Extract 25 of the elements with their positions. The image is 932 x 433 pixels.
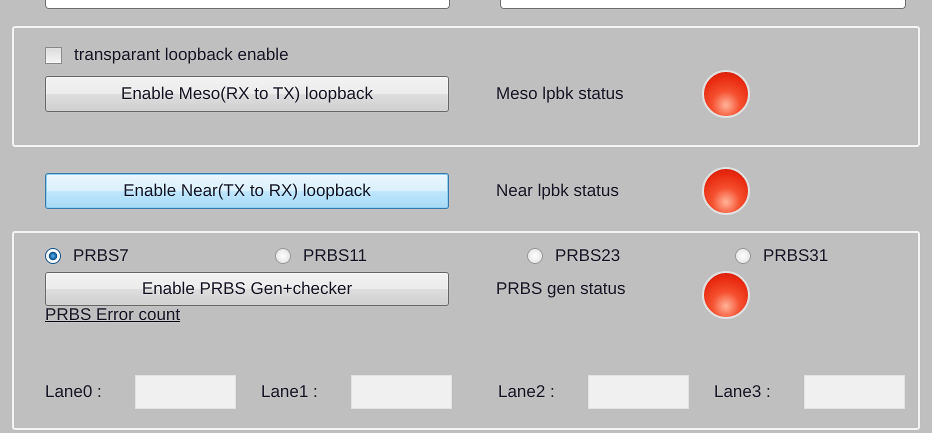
lane-label: Lane0 : xyxy=(45,382,103,402)
radio-option[interactable]: PRBS7 xyxy=(45,246,129,266)
status-label: Near lpbk status xyxy=(496,181,620,201)
checkbox-label: transparant loopback enable xyxy=(74,45,289,65)
radio-option[interactable]: PRBS31 xyxy=(735,246,828,266)
loopback-button[interactable]: Enable Meso(RX to TX) loopback xyxy=(45,76,449,112)
lane-field[interactable] xyxy=(135,375,236,409)
lane-label: Lane3 : xyxy=(714,382,772,402)
radio-dot[interactable] xyxy=(527,248,543,264)
status-label: PRBS gen status xyxy=(496,279,626,299)
radio-option[interactable]: PRBS23 xyxy=(527,246,620,266)
error-count-link[interactable]: PRBS Error count xyxy=(45,305,180,325)
lane-label: Lane1 : xyxy=(261,382,319,402)
status-label: Meso lpbk status xyxy=(496,84,625,104)
loopback-button[interactable]: Enable Near(TX to RX) loopback xyxy=(45,173,449,209)
checkbox[interactable] xyxy=(45,46,62,64)
lane-field[interactable] xyxy=(588,375,689,409)
lane-field[interactable] xyxy=(351,375,452,409)
radio-dot[interactable] xyxy=(275,248,291,264)
lane-label: Lane2 : xyxy=(498,382,556,402)
radio-dot[interactable] xyxy=(45,248,61,264)
lane-field[interactable] xyxy=(804,375,905,409)
radio-dot[interactable] xyxy=(735,248,751,264)
prbs-button[interactable]: Enable PRBS Gen+checker xyxy=(45,272,449,306)
radio-option[interactable]: PRBS11 xyxy=(275,246,367,266)
